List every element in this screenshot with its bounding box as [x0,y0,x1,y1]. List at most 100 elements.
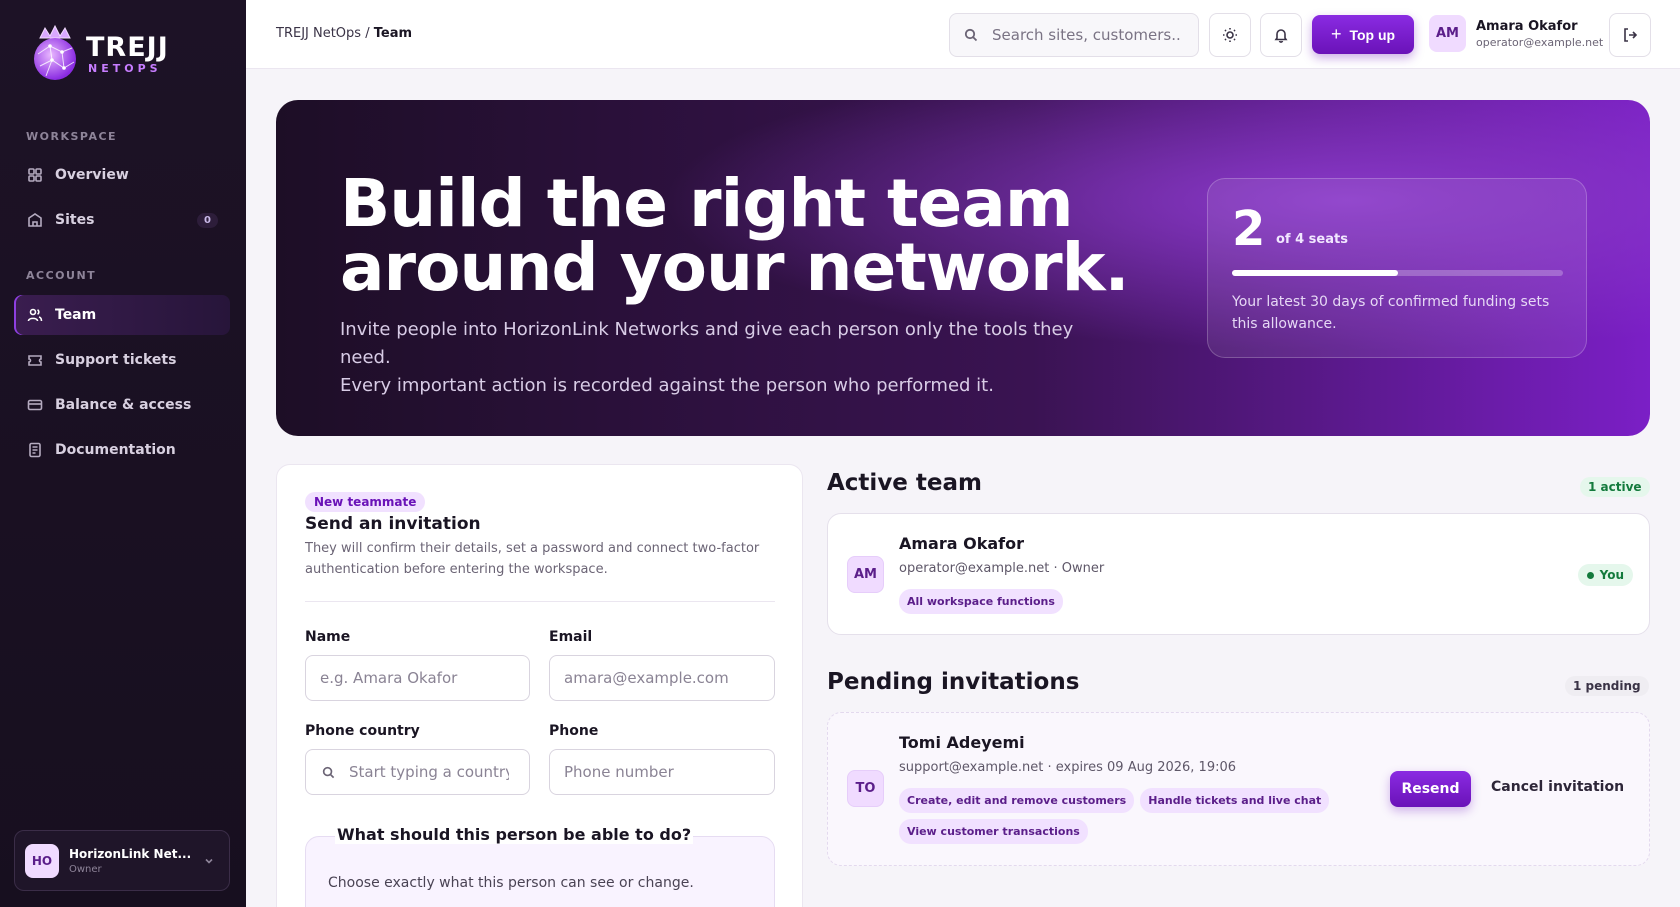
resend-invite-button[interactable]: Resend [1390,771,1471,807]
pending-count-badge: 1 pending [1565,676,1649,696]
sun-icon [1223,28,1237,42]
nav-section-workspace: WORKSPACE [26,130,118,143]
permission-chips: Create, edit and remove customers Handle… [899,788,1359,844]
email-label: Email [549,629,593,645]
sidebar-item-team[interactable]: Team [14,295,230,335]
sign-out-button[interactable] [1609,13,1651,57]
email-field[interactable] [549,655,775,701]
brand-subtitle: NETOPS [88,61,162,75]
sites-count-badge: 0 [197,212,218,228]
users-icon [27,308,43,322]
plus-icon: + [1330,24,1342,44]
ticket-icon [28,355,42,366]
building-icon [28,213,42,227]
top-up-label: Top up [1349,26,1396,43]
sidebar-item-support-tickets[interactable]: Support tickets [14,340,230,380]
sidebar-item-label: Team [55,307,97,323]
seats-total: of 4 seats [1276,232,1348,247]
theme-toggle-button[interactable] [1209,13,1251,57]
top-up-button[interactable]: + Top up [1312,15,1414,54]
seat-progress-fill [1232,270,1398,276]
name-input[interactable] [305,655,530,701]
globe-crown-icon [30,24,80,84]
top-bar: TREJJ NetOps / Team + Top up AM Amara Ok… [246,0,1680,69]
user-menu[interactable]: AM Amara Okafor operator@example.net [1429,15,1603,52]
sidebar-item-label: Support tickets [55,352,177,368]
invite-meta: support@example.net · expires 09 Aug 202… [899,760,1237,775]
phone-country-input[interactable] [349,763,509,781]
seats-used: 2 [1232,201,1266,257]
status-dot-icon [1586,571,1594,579]
global-search[interactable] [949,13,1199,57]
permission-chips: All workspace functions [899,589,1339,614]
breadcrumb: TREJJ NetOps / Team [276,26,412,41]
team-member-card: AM Amara Okafor operator@example.net · O… [827,513,1650,635]
active-count-badge: 1 active [1580,477,1650,497]
avatar: AM [1429,15,1466,52]
card-icon [27,399,43,411]
sidebar: TREJJ NETOPS WORKSPACE Overview Sites 0 … [0,0,246,907]
org-avatar: HO [25,843,59,878]
avatar: TO [847,770,884,807]
invitee-name: Tomi Adeyemi [899,733,1025,752]
sidebar-item-documentation[interactable]: Documentation [14,430,230,470]
grid-icon [28,168,42,182]
logout-icon [1624,28,1638,42]
phone-country-label: Phone country [305,723,420,739]
member-name: Amara Okafor [899,534,1024,553]
user-email: operator@example.net [1476,35,1604,49]
notifications-button[interactable] [1260,13,1302,57]
cancel-invitation-button[interactable]: Cancel invitation [1491,779,1624,795]
sidebar-item-label: Documentation [55,442,176,458]
invite-form-subtitle: They will confirm their details, set a p… [305,541,760,577]
document-icon [29,442,41,458]
new-teammate-tag: New teammate [305,492,426,512]
brand-logo[interactable]: TREJJ NETOPS [30,24,169,84]
permission-chip: All workspace functions [899,589,1063,614]
search-input[interactable] [992,26,1182,44]
permission-chip: View customer transactions [899,819,1088,844]
pending-invite-card: TO Tomi Adeyemi support@example.net · ex… [827,712,1650,866]
chevron-down-icon [205,858,213,864]
search-icon [964,28,978,42]
org-role: Owner [69,863,102,875]
hero-title: Build the right team around your network… [340,171,1140,301]
hero-description: Invite people into HorizonLink Networks … [340,316,1120,400]
search-icon [322,766,335,778]
sidebar-item-overview[interactable]: Overview [14,155,230,195]
bell-icon [1274,29,1288,43]
permissions-title: What should this person be able to do? [335,825,694,844]
seat-usage-card: 2 of 4 seats Your latest 30 days of conf… [1207,178,1587,358]
name-label: Name [305,629,351,645]
hero-description-line: Every important action is recorded again… [340,375,994,396]
permission-chip: Handle tickets and live chat [1140,788,1330,813]
pending-invitations-title: Pending invitations [827,669,1080,695]
status-badge-label: You [1599,568,1624,582]
org-name: HorizonLink Net... [69,846,192,861]
divider [305,601,775,602]
seat-note: Your latest 30 days of confirmed funding… [1232,294,1550,332]
permission-chip: Create, edit and remove customers [899,788,1135,813]
organization-switcher[interactable]: HO HorizonLink Net... Owner [14,830,230,891]
hero-description-line: Invite people into HorizonLink Networks … [340,319,1074,368]
permissions-description: Choose exactly what this person can see … [328,875,694,891]
phone-label: Phone [549,723,599,739]
breadcrumb-current: Team [373,26,413,41]
brand-title: TREJJ [86,31,169,63]
hero-banner: Build the right team around your network… [276,100,1650,436]
sidebar-item-balance-access[interactable]: Balance & access [14,385,230,425]
member-meta: operator@example.net · Owner [899,561,1105,576]
sidebar-item-label: Sites [55,212,95,228]
breadcrumb-root[interactable]: TREJJ NetOps [276,26,361,41]
seat-progress-track [1232,270,1563,276]
sidebar-item-label: Overview [55,167,129,183]
phone-input[interactable] [549,749,775,795]
sidebar-item-sites[interactable]: Sites 0 [14,200,230,240]
user-name: Amara Okafor [1476,18,1578,34]
invite-form-title: Send an invitation [305,514,481,534]
hero-title-line: around your network. [340,229,1130,306]
phone-country-combobox[interactable] [305,749,530,795]
permissions-fieldset: Choose exactly what this person can see … [305,836,775,907]
sidebar-item-label: Balance & access [55,397,192,413]
breadcrumb-separator: / [365,26,370,41]
